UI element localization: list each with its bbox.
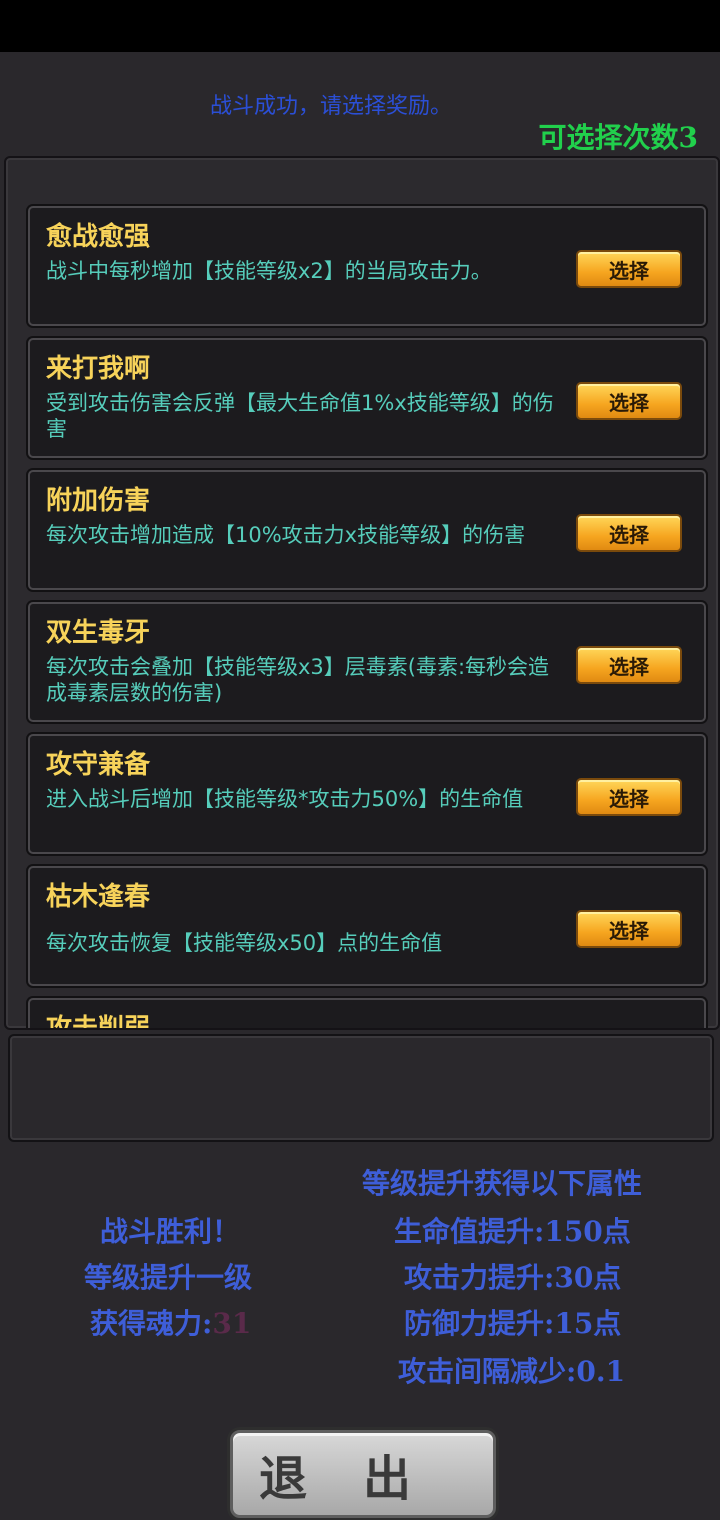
reward-card: 附加伤害 每次攻击增加造成【10%攻击力x技能等级】的伤害 选择 xyxy=(28,470,706,590)
reward-card: 枯木逢春 每次攻击恢复【技能等级x50】点的生命值 选择 xyxy=(28,866,706,986)
reward-title: 攻击削弱 xyxy=(46,1014,151,1030)
soul-power: 获得魂力:31 xyxy=(90,1302,251,1342)
select-button[interactable]: 选择 xyxy=(576,514,682,552)
soul-power-value: 31 xyxy=(212,1307,252,1340)
reward-card: 双生毒牙 每次攻击会叠加【技能等级x3】层毒素(毒素:每秒会造成毒素层数的伤害)… xyxy=(28,602,706,722)
select-button[interactable]: 选择 xyxy=(576,646,682,684)
defense-increase: 防御力提升:15点 xyxy=(404,1307,622,1340)
reward-card: 愈战愈强 战斗中每秒增加【技能等级x2】的当局攻击力。 选择 xyxy=(28,206,706,326)
exit-button[interactable]: 退出 xyxy=(230,1430,496,1518)
select-button[interactable]: 选择 xyxy=(576,778,682,816)
attack-increase: 攻击力提升:30点 xyxy=(404,1261,622,1294)
select-button[interactable]: 选择 xyxy=(576,382,682,420)
select-button[interactable]: 选择 xyxy=(576,910,682,948)
hp-increase: 生命值提升:150点 xyxy=(394,1215,631,1248)
reward-card: 攻击削弱 xyxy=(28,998,706,1030)
choices-remaining: 可选择次数3 xyxy=(538,121,698,154)
reward-title: 愈战愈强 xyxy=(46,222,151,252)
reward-title: 双生毒牙 xyxy=(46,618,151,648)
reward-description: 战斗中每秒增加【技能等级x2】的当局攻击力。 xyxy=(46,259,492,283)
select-button[interactable]: 选择 xyxy=(576,250,682,288)
soul-power-label: 获得魂力: xyxy=(90,1307,213,1340)
attribute-heading: 等级提升获得以下属性 xyxy=(362,1167,643,1200)
reward-list[interactable]: 愈战愈强 战斗中每秒增加【技能等级x2】的当局攻击力。 选择 来打我啊 受到攻击… xyxy=(4,156,720,1030)
reward-description: 进入战斗后增加【技能等级*攻击力50%】的生命值 xyxy=(46,787,524,811)
reward-title: 来打我啊 xyxy=(46,354,151,384)
reward-card: 攻守兼备 进入战斗后增加【技能等级*攻击力50%】的生命值 选择 xyxy=(28,734,706,854)
attack-interval-decrease: 攻击间隔减少:0.1 xyxy=(398,1355,626,1388)
status-bar xyxy=(0,0,720,52)
reward-title: 附加伤害 xyxy=(46,486,151,516)
reward-description: 受到攻击伤害会反弹【最大生命值1%x技能等级】的伤害 xyxy=(46,391,554,441)
detail-panel xyxy=(8,1034,714,1142)
battle-success-message: 战斗成功，请选择奖励。 xyxy=(210,94,453,119)
reward-title: 枯木逢春 xyxy=(46,882,151,912)
reward-card: 来打我啊 受到攻击伤害会反弹【最大生命值1%x技能等级】的伤害 选择 xyxy=(28,338,706,458)
level-up-text: 等级提升一级 xyxy=(84,1261,253,1294)
reward-description: 每次攻击会叠加【技能等级x3】层毒素(毒素:每秒会造成毒素层数的伤害) xyxy=(46,655,550,705)
victory-text: 战斗胜利！ xyxy=(100,1215,241,1248)
reward-title: 攻守兼备 xyxy=(46,750,151,780)
reward-description: 每次攻击恢复【技能等级x50】点的生命值 xyxy=(46,931,443,955)
reward-description: 每次攻击增加造成【10%攻击力x技能等级】的伤害 xyxy=(46,523,526,547)
